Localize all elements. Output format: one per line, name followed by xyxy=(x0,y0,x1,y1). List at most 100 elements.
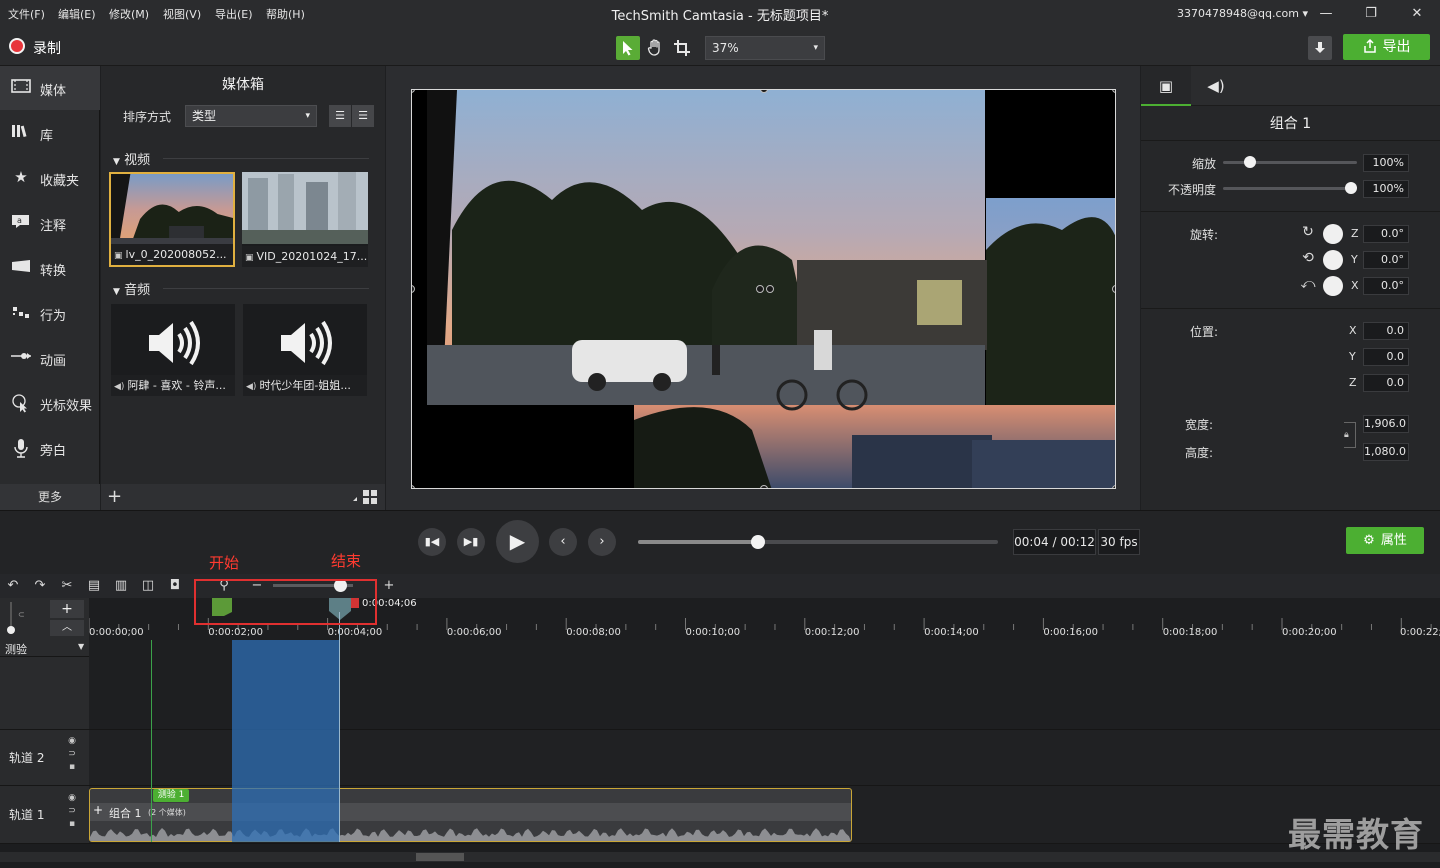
quiz-track-label[interactable]: 测验 xyxy=(5,641,27,657)
restore-button[interactable]: ❐ xyxy=(1359,4,1383,24)
previous-clip-button[interactable]: ‹ xyxy=(549,528,577,556)
menu-view[interactable]: 视图(V) xyxy=(163,6,201,22)
menu-edit[interactable]: 编辑(E) xyxy=(58,6,96,22)
crop-tool-button[interactable] xyxy=(670,36,694,60)
opacity-slider[interactable] xyxy=(1223,187,1357,190)
copy-button[interactable]: ▤ xyxy=(85,577,103,595)
media-thumb-audio-2[interactable]: ◀) 时代少年团-姐姐... xyxy=(243,304,367,396)
zoom-select[interactable]: 37% ▾ xyxy=(705,36,825,60)
chevron-down-icon[interactable]: ▼ xyxy=(78,642,84,651)
sidebar-item-behaviors[interactable]: 行为 xyxy=(0,291,100,335)
sidebar-item-voice-narration[interactable]: 旁白 xyxy=(0,426,100,470)
position-y-field[interactable]: 0.0 xyxy=(1363,348,1409,366)
scrubber-knob[interactable] xyxy=(750,535,765,549)
snapshot-button[interactable]: ◘ xyxy=(166,577,184,595)
group-clip[interactable]: + 组合 1 (2 个媒体) xyxy=(89,788,852,842)
center-pivot-handle[interactable] xyxy=(766,285,774,293)
resize-handle[interactable] xyxy=(1112,485,1115,488)
video-section-toggle[interactable]: ▼ 视频 xyxy=(113,149,150,168)
paste-button[interactable]: ▥ xyxy=(112,577,130,595)
tab-visual-properties[interactable]: ▣ xyxy=(1141,66,1191,106)
lock-icon[interactable]: ▪ xyxy=(66,819,78,829)
select-tool-button[interactable] xyxy=(616,36,640,60)
center-pivot-handle[interactable] xyxy=(756,285,764,293)
record-button[interactable]: 录制 xyxy=(33,38,61,58)
eye-hidden-icon[interactable]: ◉ xyxy=(66,736,78,746)
track-2-lane[interactable] xyxy=(89,730,1440,786)
add-icon[interactable]: + xyxy=(107,486,122,507)
selection-start-handle[interactable] xyxy=(212,598,232,616)
menu-file[interactable]: 文件(F) xyxy=(8,6,45,22)
resize-handle[interactable] xyxy=(1112,285,1115,293)
lock-icon[interactable]: 🔒︎ xyxy=(1344,430,1349,440)
sidebar-item-favorites[interactable]: ★ 收藏夹 xyxy=(0,156,100,200)
rotate-z-dial[interactable] xyxy=(1323,224,1343,244)
menu-export[interactable]: 导出(E) xyxy=(215,6,253,22)
download-button[interactable] xyxy=(1308,36,1332,60)
menu-help[interactable]: 帮助(H) xyxy=(266,6,305,22)
position-x-field[interactable]: 0.0 xyxy=(1363,322,1409,340)
play-button[interactable]: ▶ xyxy=(496,520,539,563)
step-forward-button[interactable]: ▶▮ xyxy=(457,528,485,556)
audio-section-toggle[interactable]: ▼ 音频 xyxy=(113,279,150,298)
timeline-ruler[interactable]: ⊂ + ︿ 0:00:04;06 0:00:00;00 0:00:02;00 0:0… xyxy=(0,598,1440,640)
undo-button[interactable]: ↶ xyxy=(4,577,22,595)
rotation-y-field[interactable]: 0.0° xyxy=(1363,251,1409,269)
redo-button[interactable]: ↷ xyxy=(31,577,49,595)
sort-ascending-button[interactable]: ☰ xyxy=(329,105,351,127)
close-button[interactable]: ✕ xyxy=(1405,4,1429,24)
minimize-button[interactable]: — xyxy=(1314,4,1338,24)
rotate-x-dial[interactable] xyxy=(1323,276,1343,296)
pan-tool-button[interactable] xyxy=(643,36,667,60)
record-icon[interactable] xyxy=(9,38,25,54)
sidebar-item-cursor-effects[interactable]: 光标效果 xyxy=(0,381,100,425)
zoom-in-button[interactable]: + xyxy=(380,577,398,595)
timeline-zoom-knob[interactable] xyxy=(334,579,347,592)
lock-icon[interactable]: ▪ xyxy=(66,762,78,772)
rotate-y-dial[interactable] xyxy=(1323,250,1343,270)
account-menu[interactable]: 3370478948@qq.com ▾ xyxy=(1177,7,1308,20)
sidebar-item-animations[interactable]: 动画 xyxy=(0,336,100,380)
sort-select[interactable]: 类型 ▾ xyxy=(185,105,317,127)
preview-canvas[interactable] xyxy=(411,89,1116,489)
export-button[interactable]: 导出 xyxy=(1343,34,1430,60)
selection-end-handle[interactable] xyxy=(329,598,359,620)
position-z-field[interactable]: 0.0 xyxy=(1363,374,1409,392)
sort-descending-button[interactable]: ☰ xyxy=(352,105,374,127)
menu-modify[interactable]: 修改(M) xyxy=(109,6,149,22)
next-clip-button[interactable]: › xyxy=(588,528,616,556)
sidebar-item-annotations[interactable]: a 注释 xyxy=(0,201,100,245)
properties-button[interactable]: ⚙ 属性 xyxy=(1346,527,1424,554)
playback-scrubber[interactable] xyxy=(638,535,998,549)
width-field[interactable]: 1,906.0 xyxy=(1363,415,1409,433)
zoom-fit-button[interactable]: ⚲ xyxy=(215,577,233,595)
zoom-out-button[interactable]: − xyxy=(248,577,266,595)
scale-field[interactable]: 100% xyxy=(1363,154,1409,172)
opacity-slider-knob[interactable] xyxy=(1345,182,1357,194)
media-thumb-video-2[interactable]: ▣ VID_20201024_17... xyxy=(242,172,368,267)
step-back-button[interactable]: ▮◀ xyxy=(418,528,446,556)
timeline-scrollbar[interactable] xyxy=(0,852,1440,862)
marker-track-lane[interactable] xyxy=(89,640,1440,730)
scale-slider-knob[interactable] xyxy=(1243,156,1256,168)
resize-handle[interactable] xyxy=(760,485,768,488)
rotation-x-field[interactable]: 0.0° xyxy=(1363,277,1409,295)
split-button[interactable]: ◫ xyxy=(139,577,157,595)
tab-audio-properties[interactable]: ◀) xyxy=(1191,66,1241,106)
track-name[interactable]: 轨道 2 xyxy=(9,749,44,766)
magnet-icon[interactable]: ⊃ xyxy=(66,749,78,759)
magnet-icon[interactable]: ⊃ xyxy=(66,806,78,816)
opacity-field[interactable]: 100% xyxy=(1363,180,1409,198)
media-thumb-video-1[interactable]: ▣ lv_0_202008052... xyxy=(109,172,235,267)
track-height-slider[interactable] xyxy=(7,602,15,634)
track-name[interactable]: 轨道 1 xyxy=(9,806,44,823)
height-field[interactable]: 1,080.0 xyxy=(1363,443,1409,461)
scrollbar-thumb[interactable] xyxy=(416,853,464,861)
sidebar-item-library[interactable]: 库 xyxy=(0,111,100,155)
quiz-marker-tag[interactable]: 测验 1 xyxy=(153,789,189,802)
eye-icon[interactable]: ◉ xyxy=(66,793,78,803)
sidebar-item-transitions[interactable]: 转换 xyxy=(0,246,100,290)
media-thumb-audio-1[interactable]: ◀) 阿肆 - 喜欢 - 铃声... xyxy=(111,304,235,396)
cut-button[interactable]: ✂ xyxy=(58,577,76,595)
add-track-button[interactable]: + xyxy=(50,600,84,618)
